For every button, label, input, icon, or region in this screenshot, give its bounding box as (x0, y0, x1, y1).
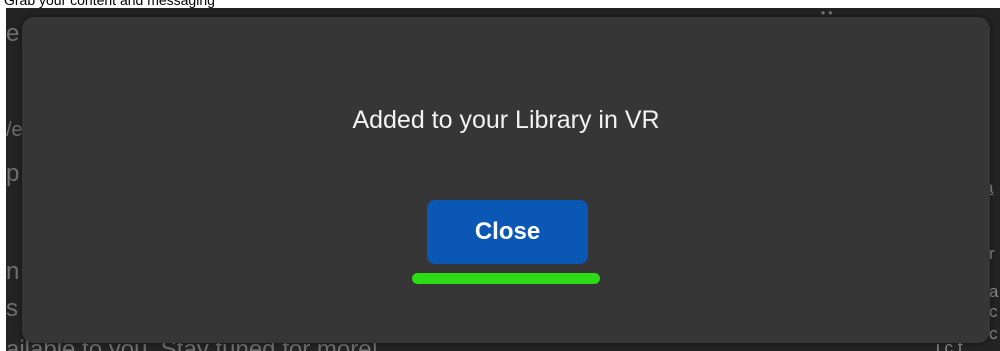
background-text: c (989, 302, 998, 321)
page-header-text: Grab your content and messaging (4, 0, 215, 8)
background-text: n (6, 258, 20, 285)
background-text: c (989, 324, 998, 343)
background-text: e (6, 20, 20, 47)
library-confirmation-dialog: Added to your Library in VR Close (22, 17, 990, 343)
page-header-strip: Grab your content and messaging (0, 0, 1000, 8)
background-text: a (989, 282, 999, 301)
dialog-message: Added to your Library in VR (352, 106, 660, 134)
highlight-underline (412, 273, 600, 284)
close-button[interactable]: Close (427, 200, 588, 264)
background-text: /e (6, 119, 23, 141)
background-text: p (6, 160, 20, 187)
background-text: s (6, 295, 18, 322)
